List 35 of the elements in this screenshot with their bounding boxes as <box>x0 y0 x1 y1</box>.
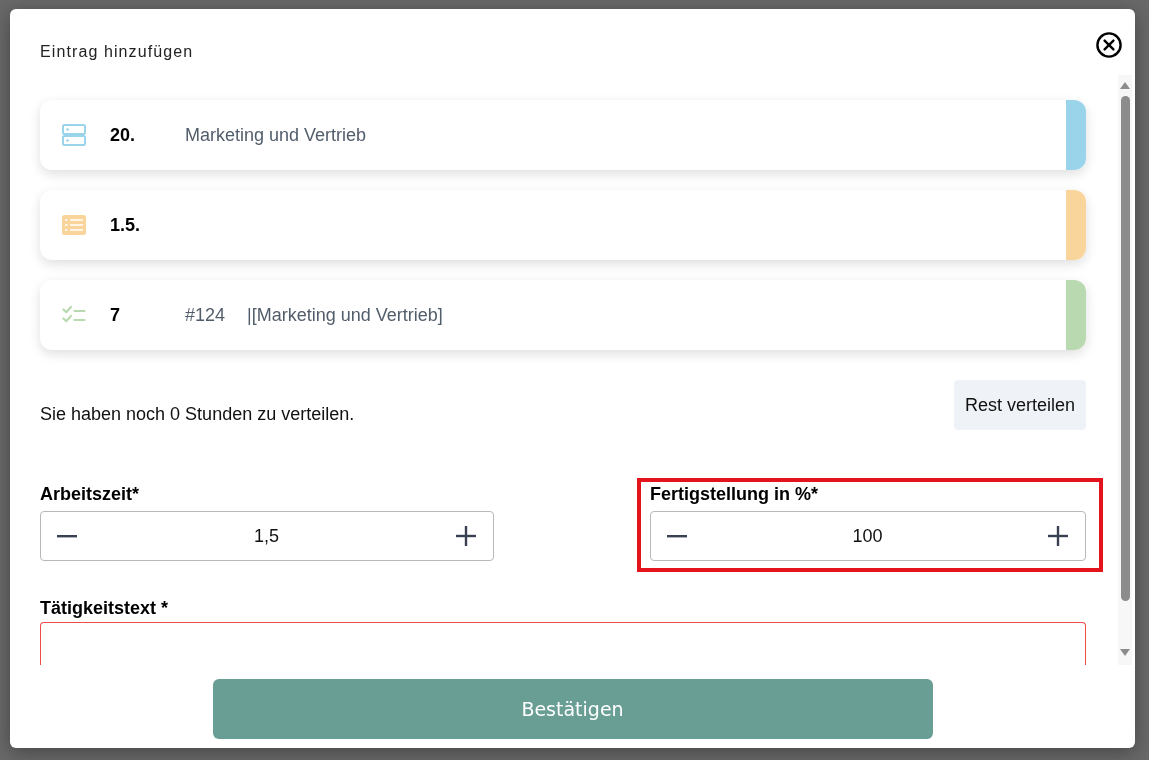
entry-card[interactable]: 7 #124 |[Marketing und Vertrieb] <box>40 280 1086 350</box>
increment-button[interactable] <box>1047 524 1069 548</box>
increment-button[interactable] <box>455 524 477 548</box>
minus-icon <box>57 534 77 538</box>
entry-text: |[Marketing und Vertrieb] <box>247 304 443 326</box>
entry-number: 1.5. <box>110 214 142 236</box>
plus-icon <box>1048 526 1068 546</box>
close-button[interactable] <box>1096 32 1122 58</box>
remaining-hours-message: Sie haben noch 0 Stunden zu verteilen. <box>40 403 355 426</box>
number-stepper[interactable]: 1,5 <box>40 511 494 561</box>
scrollbar[interactable] <box>1118 75 1132 665</box>
field-label: Arbeitszeit* <box>40 484 141 504</box>
entry-number: 7 <box>110 304 121 326</box>
close-icon <box>1096 32 1122 58</box>
stepper-value: 1,5 <box>254 525 279 547</box>
entry-text: Marketing und Vertrieb <box>185 124 367 146</box>
minus-icon <box>667 534 687 538</box>
server-icon <box>62 124 86 146</box>
scrollbar-thumb[interactable] <box>1120 96 1130 601</box>
dialog-title: Eintrag hinzufügen <box>40 42 194 62</box>
entry-number: 20. <box>110 124 137 146</box>
activity-text-field[interactable] <box>40 622 1086 665</box>
entry-card[interactable]: 1.5. <box>40 190 1086 260</box>
checklist-icon <box>62 305 86 325</box>
number-stepper[interactable]: 100 <box>650 511 1086 561</box>
plus-icon <box>456 526 476 546</box>
scroll-down-arrow-icon[interactable] <box>1120 649 1130 656</box>
rest-distribute-button[interactable]: Rest verteilen <box>953 380 1086 430</box>
stepper-value: 100 <box>852 525 883 547</box>
field-label: Fertigstellung in %* <box>650 484 819 504</box>
entry-text: #124 <box>185 304 226 326</box>
list-icon <box>62 215 86 235</box>
entry-card[interactable]: 20. Marketing und Vertrieb <box>40 100 1086 170</box>
field-label: Tätigkeitstext * <box>40 598 170 618</box>
scroll-up-arrow-icon[interactable] <box>1120 82 1130 89</box>
